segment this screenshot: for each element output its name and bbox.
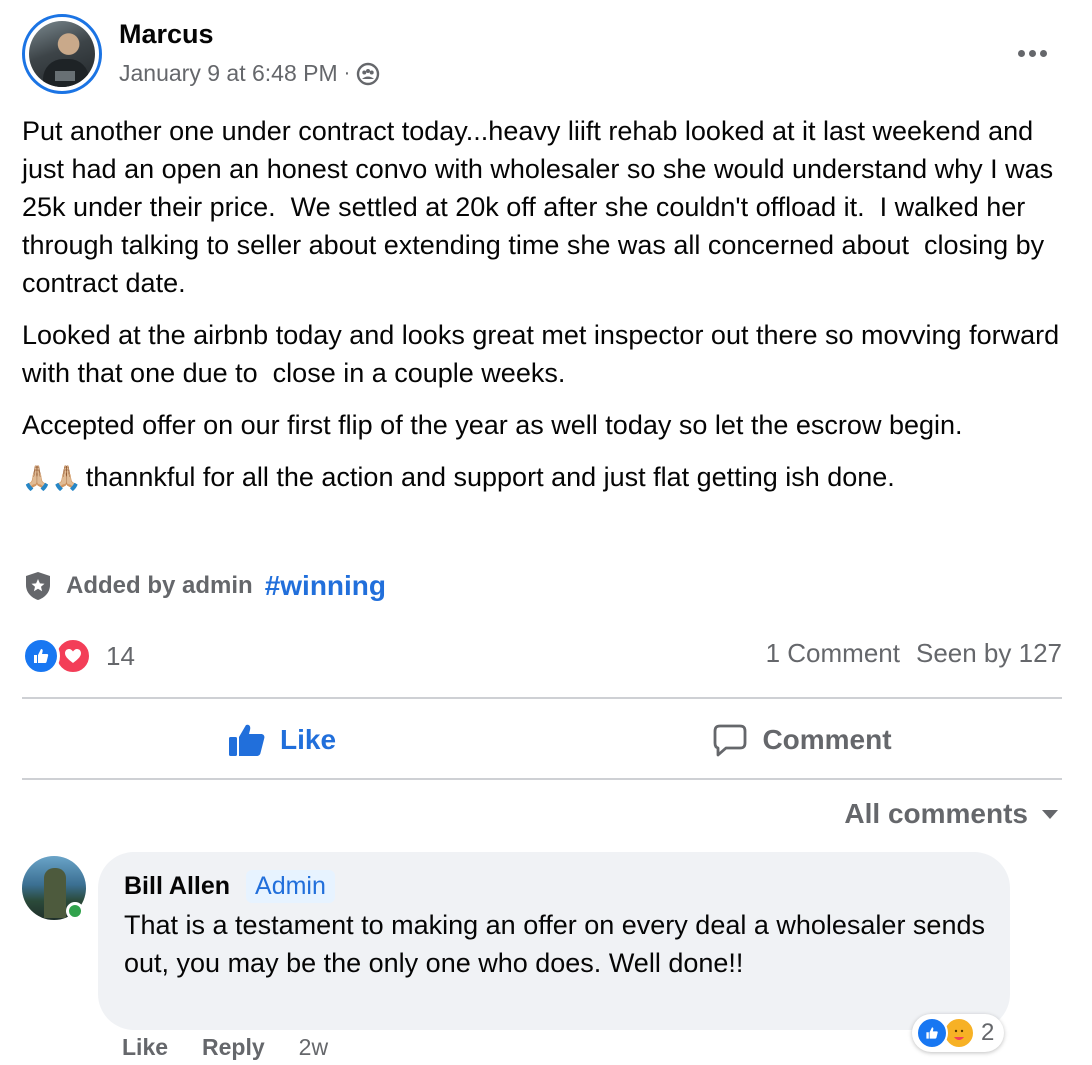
post-body: Put another one under contract today...h…	[22, 112, 1062, 512]
like-reaction-icon	[916, 1017, 948, 1049]
post-tagline: Added by admin #winning	[22, 566, 386, 606]
reaction-count[interactable]: 14	[106, 641, 135, 672]
comment-reply-link[interactable]: Reply	[202, 1034, 265, 1061]
divider	[22, 697, 1062, 699]
comment-count-link[interactable]: 1 Comment	[766, 638, 900, 669]
commenter-name[interactable]: Bill Allen	[124, 872, 230, 901]
comment-text: That is a testament to making an offer o…	[124, 910, 985, 978]
comment-reactions[interactable]: 2	[912, 1014, 1005, 1052]
more-dot-icon	[1028, 49, 1036, 57]
group-audience-icon[interactable]	[356, 62, 380, 86]
more-dot-icon	[1017, 49, 1025, 57]
comments-filter-label: All comments	[844, 798, 1028, 829]
admin-badge: Admin	[246, 869, 335, 903]
action-bar: Like Comment	[22, 700, 1062, 780]
author-name[interactable]: Marcus	[119, 19, 214, 50]
like-button[interactable]: Like	[22, 700, 542, 780]
added-by-label: Added by admin	[66, 572, 253, 599]
like-button-label: Like	[279, 724, 337, 755]
comment-timestamp[interactable]: 2w	[299, 1034, 328, 1061]
post-paragraph: Accepted offer on our first flip of the …	[22, 410, 963, 440]
comment-actions: Like Reply 2w	[122, 1034, 328, 1061]
thumbs-up-icon	[228, 724, 265, 756]
comment-bubble-icon	[714, 724, 747, 757]
reactions-summary[interactable]: 14	[22, 636, 135, 676]
author-avatar[interactable]	[22, 14, 102, 94]
comment-header: Bill Allen Admin	[124, 866, 984, 906]
praying-hands-emoji: 🙏🏼🙏🏼	[22, 465, 82, 492]
post-header: Marcus January 9 at 6:48 PM ·	[22, 14, 1072, 94]
post-timestamp[interactable]: January 9 at 6:48 PM	[119, 60, 338, 87]
hashtag-link[interactable]: #winning	[265, 570, 386, 602]
post-stats: 1 Comment Seen by 127	[766, 638, 1062, 669]
more-dot-icon	[1039, 49, 1047, 57]
post-meta: January 9 at 6:48 PM ·	[119, 60, 380, 87]
online-status-indicator	[66, 902, 84, 920]
comment-like-link[interactable]: Like	[122, 1034, 168, 1061]
more-options-button[interactable]	[1012, 38, 1052, 68]
meta-separator: ·	[343, 62, 351, 84]
admin-shield-icon	[26, 572, 50, 600]
post-paragraph: Looked at the airbnb today and looks gre…	[22, 320, 1067, 388]
post-paragraph: Put another one under contract today...h…	[22, 116, 1061, 298]
like-reaction-icon	[22, 637, 60, 675]
seen-by-link[interactable]: Seen by 127	[916, 638, 1062, 669]
comment-reaction-count: 2	[981, 1019, 995, 1046]
comment-button-label: Comment	[762, 724, 892, 755]
comments-filter-dropdown[interactable]: All comments	[844, 798, 1058, 830]
post-last-line-text: thannkful for all the action and support…	[85, 462, 895, 492]
author-avatar-image	[29, 21, 95, 87]
post-paragraph-last: 🙏🏼🙏🏼 thannkful for all the action and sup…	[22, 458, 1062, 498]
divider	[22, 778, 1062, 780]
caret-down-icon	[1042, 809, 1058, 819]
comment-bubble: Bill Allen Admin That is a testament to …	[98, 852, 1010, 1030]
comment-button[interactable]: Comment	[542, 700, 1062, 780]
